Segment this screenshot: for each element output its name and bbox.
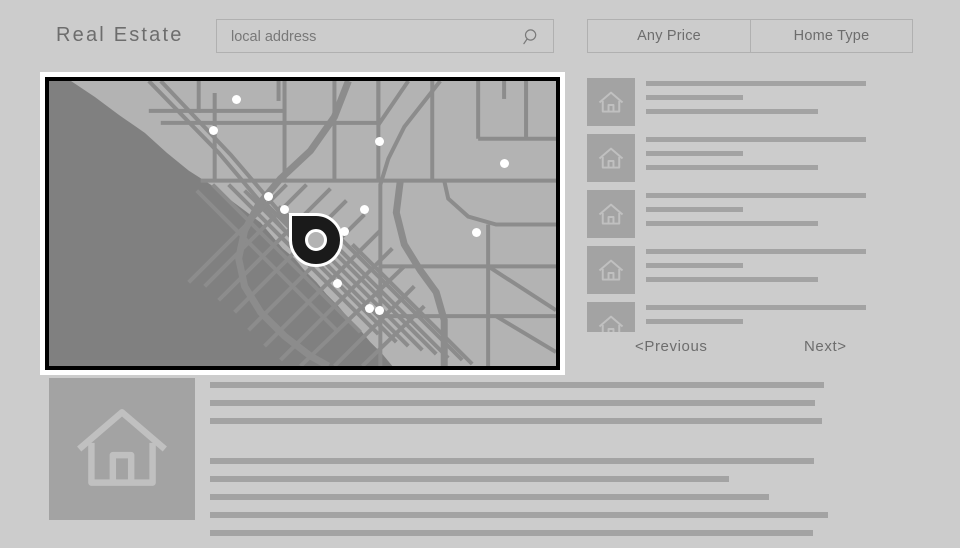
pagination: <Previous Next> xyxy=(587,338,913,364)
skeleton-bar xyxy=(646,249,866,254)
map-selected-pin[interactable] xyxy=(289,213,343,267)
skeleton-bar xyxy=(210,382,824,388)
skeleton-bar xyxy=(646,319,743,324)
skeleton-bar xyxy=(646,207,743,212)
map-marker[interactable] xyxy=(332,278,342,288)
skeleton-bar xyxy=(210,494,769,500)
house-icon xyxy=(598,315,624,332)
map-border xyxy=(45,77,560,370)
house-icon xyxy=(598,259,624,281)
list-item[interactable] xyxy=(587,246,913,302)
map-marker[interactable] xyxy=(471,227,481,237)
list-item[interactable] xyxy=(587,302,913,332)
search-icon[interactable] xyxy=(523,28,541,46)
listing-results-panel[interactable] xyxy=(587,78,913,332)
skeleton-bar xyxy=(646,137,866,142)
house-icon xyxy=(598,91,624,113)
map-marker[interactable] xyxy=(279,204,289,214)
skeleton-bar xyxy=(646,263,743,268)
house-icon xyxy=(77,409,167,486)
filter-any-price-button[interactable]: Any Price xyxy=(587,19,750,53)
list-item[interactable] xyxy=(587,134,913,190)
map-frame xyxy=(40,72,565,375)
skeleton-bar xyxy=(646,95,743,100)
skeleton-bar xyxy=(210,458,814,464)
list-item[interactable] xyxy=(587,78,913,134)
listing-skeleton-lines xyxy=(646,193,913,235)
listing-skeleton-lines xyxy=(646,81,913,123)
search-box[interactable] xyxy=(216,19,554,54)
listing-thumbnail xyxy=(587,246,635,294)
listing-thumbnail xyxy=(587,302,635,332)
search-input[interactable] xyxy=(231,20,501,54)
map-pin-center xyxy=(305,229,327,251)
map-marker[interactable] xyxy=(359,204,369,214)
map-canvas[interactable] xyxy=(49,81,556,366)
house-icon xyxy=(598,203,624,225)
skeleton-bar xyxy=(210,476,729,482)
skeleton-bar xyxy=(646,81,866,86)
skeleton-bar xyxy=(210,530,813,536)
map-marker[interactable] xyxy=(231,94,241,104)
skeleton-bar xyxy=(646,151,743,156)
map-marker[interactable] xyxy=(263,191,273,201)
listing-thumbnail xyxy=(587,190,635,238)
filter-home-type-button[interactable]: Home Type xyxy=(750,19,913,53)
listing-skeleton-lines xyxy=(646,137,913,179)
detail-skeleton-lines-top xyxy=(210,382,910,436)
page-title: Real Estate xyxy=(56,24,184,46)
map-marker[interactable] xyxy=(374,305,384,315)
detail-skeleton-lines-bottom xyxy=(210,458,910,548)
listing-skeleton-lines xyxy=(646,305,913,332)
skeleton-bar xyxy=(646,165,818,170)
skeleton-bar xyxy=(646,109,818,114)
map-marker[interactable] xyxy=(374,136,384,146)
app-header: Real Estate Any Price Home Type xyxy=(0,0,960,72)
detail-thumbnail xyxy=(49,378,195,520)
skeleton-bar xyxy=(646,305,866,310)
skeleton-bar xyxy=(646,193,866,198)
skeleton-bar xyxy=(646,277,818,282)
map-marker[interactable] xyxy=(499,158,509,168)
house-icon xyxy=(598,147,624,169)
listing-skeleton-lines xyxy=(646,249,913,291)
previous-page-link[interactable]: <Previous xyxy=(635,338,708,355)
skeleton-bar xyxy=(210,400,815,406)
skeleton-bar xyxy=(210,418,822,424)
listing-detail-panel xyxy=(40,376,920,536)
map-marker[interactable] xyxy=(208,125,218,135)
listing-thumbnail xyxy=(587,134,635,182)
next-page-link[interactable]: Next> xyxy=(804,338,847,355)
filter-button-group: Any Price Home Type xyxy=(587,19,913,53)
skeleton-bar xyxy=(646,221,818,226)
list-item[interactable] xyxy=(587,190,913,246)
map-marker[interactable] xyxy=(364,303,374,313)
listing-thumbnail xyxy=(587,78,635,126)
skeleton-bar xyxy=(210,512,828,518)
